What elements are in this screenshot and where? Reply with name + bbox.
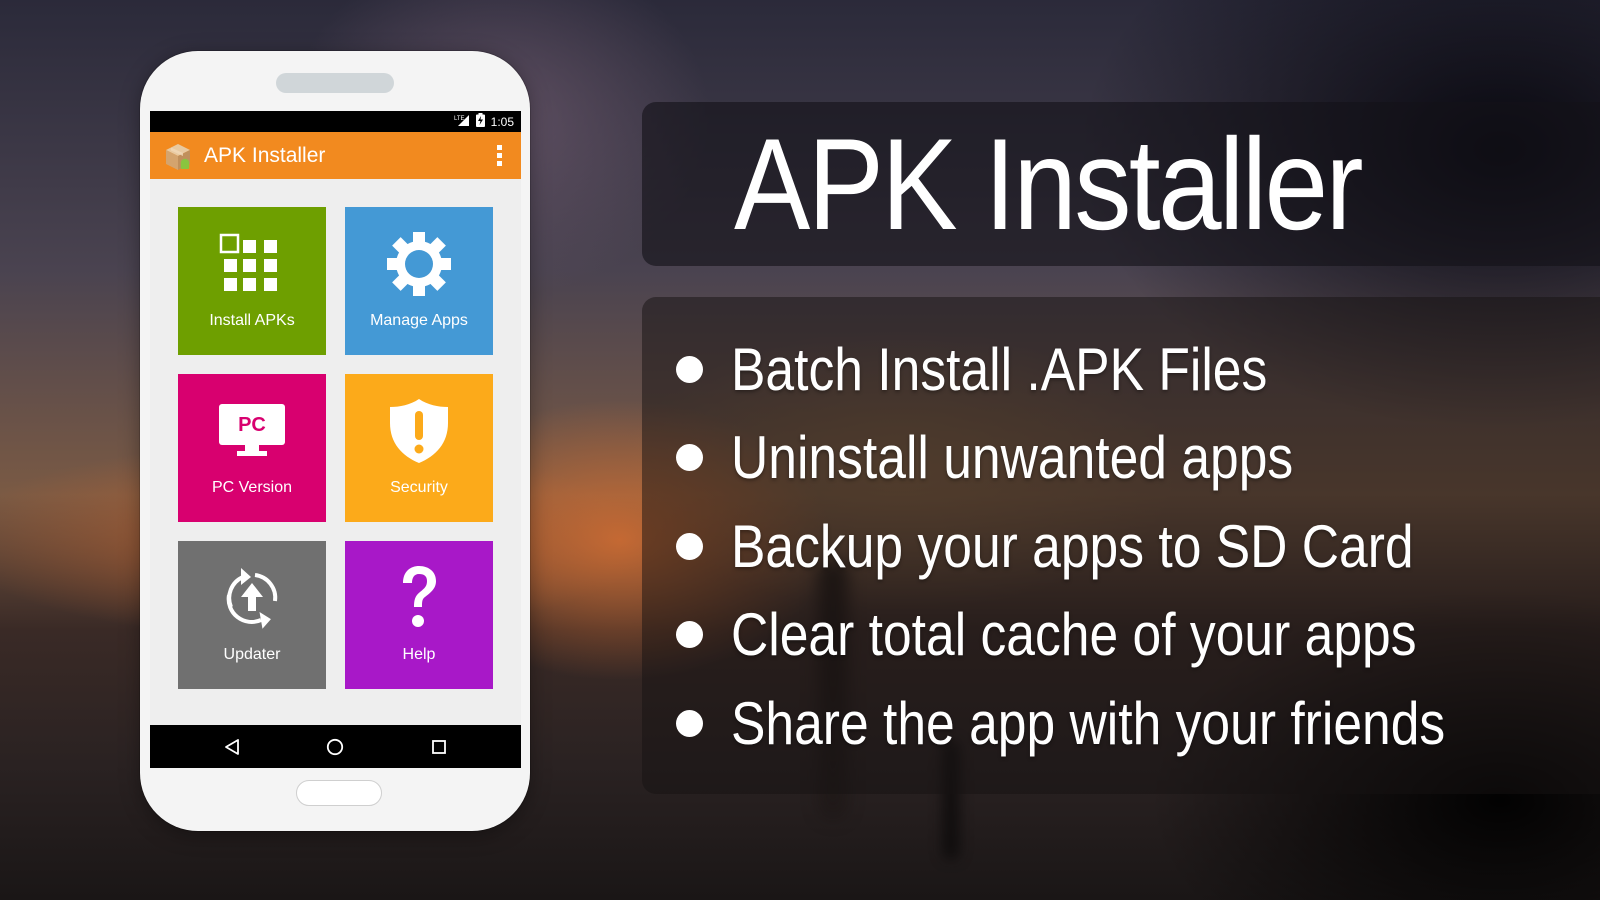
bullet-icon	[676, 532, 703, 560]
feature-item: Batch Install .APK Files	[676, 325, 1561, 414]
feature-item: Share the app with your friends	[676, 679, 1561, 768]
feature-item: Backup your apps to SD Card	[676, 502, 1561, 591]
tile-updater[interactable]: Updater	[178, 541, 326, 689]
tile-label: Help	[402, 646, 436, 663]
bullet-icon	[676, 355, 703, 383]
tile-label: Install APKs	[209, 312, 295, 329]
tile-label: PC Version	[211, 479, 293, 496]
shield-alert-icon	[345, 396, 493, 466]
overflow-menu-icon[interactable]	[497, 145, 503, 166]
back-triangle-icon[interactable]	[220, 735, 244, 759]
promo-title: APK Installer	[734, 111, 1364, 257]
feature-item: Clear total cache of your apps	[676, 591, 1561, 680]
tile-label: Updater	[223, 646, 281, 663]
tile-label: Manage Apps	[370, 312, 468, 329]
feature-item: Uninstall unwanted apps	[676, 414, 1561, 503]
phone-home-button	[296, 780, 382, 806]
app-bar: APK Installer	[150, 132, 521, 179]
question-mark-icon	[345, 563, 493, 633]
features-panel: Batch Install .APK Files Uninstall unwan…	[642, 297, 1600, 794]
status-bar: LTE 1:05	[150, 111, 521, 132]
feature-list: Batch Install .APK Files Uninstall unwan…	[676, 325, 1561, 768]
update-arrows-icon	[178, 563, 326, 633]
grid-apps-icon	[178, 229, 326, 299]
monitor-pc-icon: PC	[178, 396, 326, 466]
title-panel: APK Installer	[642, 102, 1600, 266]
home-circle-icon[interactable]	[323, 735, 347, 759]
tile-label: Security	[390, 479, 448, 496]
battery-charging-icon	[475, 113, 485, 130]
phone-screen: LTE 1:05 APK Installer Install APKs Mana…	[150, 111, 521, 768]
tile-help[interactable]: Help	[345, 541, 493, 689]
tile-pc-version[interactable]: PC PC Version	[178, 374, 326, 522]
bullet-icon	[676, 709, 703, 737]
monitor-text: PC	[238, 414, 266, 436]
tile-security[interactable]: Security	[345, 374, 493, 522]
recents-square-icon[interactable]	[427, 735, 451, 759]
lte-signal-icon: LTE	[454, 114, 470, 129]
bullet-icon	[676, 444, 703, 472]
status-time: 1:05	[490, 114, 514, 129]
android-nav-bar	[150, 725, 521, 768]
package-box-android-icon	[162, 140, 194, 172]
phone-mockup: LTE 1:05 APK Installer Install APKs Mana…	[140, 51, 530, 831]
bullet-icon	[676, 621, 703, 649]
gear-icon	[345, 229, 493, 299]
feature-tile-grid: Install APKs Manage Apps PC PC Version S…	[178, 207, 493, 689]
phone-speaker	[276, 73, 394, 93]
tile-install-apks[interactable]: Install APKs	[178, 207, 326, 355]
tile-manage-apps[interactable]: Manage Apps	[345, 207, 493, 355]
app-title: APK Installer	[204, 143, 326, 167]
